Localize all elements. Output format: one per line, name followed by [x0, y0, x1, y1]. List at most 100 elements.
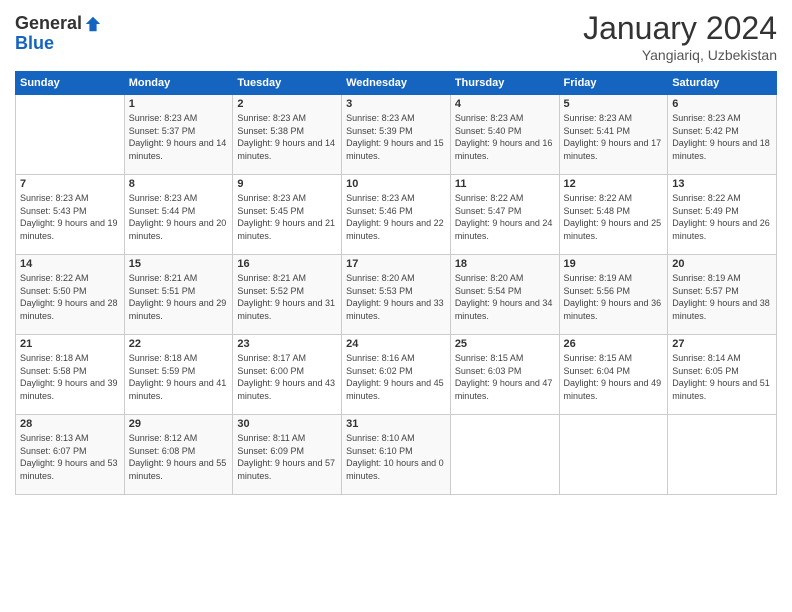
daylight-text: Daylight: 9 hours and 21 minutes.: [237, 218, 335, 241]
sunset-text: Sunset: 5:59 PM: [129, 366, 196, 376]
cell-content: Sunrise: 8:19 AM Sunset: 5:57 PM Dayligh…: [672, 272, 772, 322]
table-row: 3 Sunrise: 8:23 AM Sunset: 5:39 PM Dayli…: [342, 95, 451, 175]
sunset-text: Sunset: 5:56 PM: [564, 286, 631, 296]
day-number: 14: [20, 258, 120, 270]
sunset-text: Sunset: 5:46 PM: [346, 206, 413, 216]
daylight-text: Daylight: 9 hours and 14 minutes.: [237, 138, 335, 161]
cell-content: Sunrise: 8:22 AM Sunset: 5:47 PM Dayligh…: [455, 192, 555, 242]
sunset-text: Sunset: 5:42 PM: [672, 126, 739, 136]
sunrise-text: Sunrise: 8:22 AM: [20, 273, 89, 283]
daylight-text: Daylight: 9 hours and 16 minutes.: [455, 138, 553, 161]
header-row: General Blue January 2024 Yangiariq, Uzb…: [15, 10, 777, 63]
cell-content: Sunrise: 8:23 AM Sunset: 5:37 PM Dayligh…: [129, 112, 229, 162]
daylight-text: Daylight: 9 hours and 17 minutes.: [564, 138, 662, 161]
daylight-text: Daylight: 9 hours and 57 minutes.: [237, 458, 335, 481]
cell-content: Sunrise: 8:11 AM Sunset: 6:09 PM Dayligh…: [237, 432, 337, 482]
table-row: 6 Sunrise: 8:23 AM Sunset: 5:42 PM Dayli…: [668, 95, 777, 175]
daylight-text: Daylight: 9 hours and 22 minutes.: [346, 218, 444, 241]
sunrise-text: Sunrise: 8:10 AM: [346, 433, 415, 443]
daylight-text: Daylight: 9 hours and 41 minutes.: [129, 378, 227, 401]
sunset-text: Sunset: 6:07 PM: [20, 446, 87, 456]
day-number: 8: [129, 178, 229, 190]
cell-content: Sunrise: 8:12 AM Sunset: 6:08 PM Dayligh…: [129, 432, 229, 482]
sunrise-text: Sunrise: 8:23 AM: [129, 113, 198, 123]
day-number: 1: [129, 98, 229, 110]
day-number: 22: [129, 338, 229, 350]
sunrise-text: Sunrise: 8:23 AM: [455, 113, 524, 123]
sunset-text: Sunset: 5:54 PM: [455, 286, 522, 296]
col-saturday: Saturday: [668, 72, 777, 95]
location-title: Yangiariq, Uzbekistan: [583, 47, 777, 63]
daylight-text: Daylight: 9 hours and 39 minutes.: [20, 378, 118, 401]
daylight-text: Daylight: 9 hours and 25 minutes.: [564, 218, 662, 241]
daylight-text: Daylight: 9 hours and 38 minutes.: [672, 298, 770, 321]
table-row: 1 Sunrise: 8:23 AM Sunset: 5:37 PM Dayli…: [124, 95, 233, 175]
table-row: 17 Sunrise: 8:20 AM Sunset: 5:53 PM Dayl…: [342, 255, 451, 335]
logo-general-text: General: [15, 14, 82, 34]
table-row: [559, 415, 668, 495]
sunset-text: Sunset: 6:08 PM: [129, 446, 196, 456]
day-number: 15: [129, 258, 229, 270]
cell-content: Sunrise: 8:19 AM Sunset: 5:56 PM Dayligh…: [564, 272, 664, 322]
day-number: 23: [237, 338, 337, 350]
day-number: 12: [564, 178, 664, 190]
cell-content: Sunrise: 8:23 AM Sunset: 5:41 PM Dayligh…: [564, 112, 664, 162]
header-row-days: Sunday Monday Tuesday Wednesday Thursday…: [16, 72, 777, 95]
daylight-text: Daylight: 9 hours and 28 minutes.: [20, 298, 118, 321]
table-row: 30 Sunrise: 8:11 AM Sunset: 6:09 PM Dayl…: [233, 415, 342, 495]
day-number: 19: [564, 258, 664, 270]
table-row: 9 Sunrise: 8:23 AM Sunset: 5:45 PM Dayli…: [233, 175, 342, 255]
cell-content: Sunrise: 8:23 AM Sunset: 5:38 PM Dayligh…: [237, 112, 337, 162]
cell-content: Sunrise: 8:10 AM Sunset: 6:10 PM Dayligh…: [346, 432, 446, 482]
col-thursday: Thursday: [450, 72, 559, 95]
sunrise-text: Sunrise: 8:22 AM: [672, 193, 741, 203]
sunset-text: Sunset: 5:48 PM: [564, 206, 631, 216]
sunset-text: Sunset: 5:44 PM: [129, 206, 196, 216]
cell-content: Sunrise: 8:23 AM Sunset: 5:46 PM Dayligh…: [346, 192, 446, 242]
cell-content: Sunrise: 8:15 AM Sunset: 6:03 PM Dayligh…: [455, 352, 555, 402]
day-number: 24: [346, 338, 446, 350]
calendar-week-1: 7 Sunrise: 8:23 AM Sunset: 5:43 PM Dayli…: [16, 175, 777, 255]
table-row: 15 Sunrise: 8:21 AM Sunset: 5:51 PM Dayl…: [124, 255, 233, 335]
sunset-text: Sunset: 6:10 PM: [346, 446, 413, 456]
daylight-text: Daylight: 9 hours and 14 minutes.: [129, 138, 227, 161]
table-row: [16, 95, 125, 175]
sunset-text: Sunset: 5:40 PM: [455, 126, 522, 136]
cell-content: Sunrise: 8:18 AM Sunset: 5:58 PM Dayligh…: [20, 352, 120, 402]
day-number: 29: [129, 418, 229, 430]
sunrise-text: Sunrise: 8:23 AM: [564, 113, 633, 123]
day-number: 11: [455, 178, 555, 190]
sunset-text: Sunset: 5:45 PM: [237, 206, 304, 216]
day-number: 13: [672, 178, 772, 190]
table-row: 21 Sunrise: 8:18 AM Sunset: 5:58 PM Dayl…: [16, 335, 125, 415]
table-row: 24 Sunrise: 8:16 AM Sunset: 6:02 PM Dayl…: [342, 335, 451, 415]
table-row: 28 Sunrise: 8:13 AM Sunset: 6:07 PM Dayl…: [16, 415, 125, 495]
sunset-text: Sunset: 5:53 PM: [346, 286, 413, 296]
table-row: 27 Sunrise: 8:14 AM Sunset: 6:05 PM Dayl…: [668, 335, 777, 415]
cell-content: Sunrise: 8:21 AM Sunset: 5:52 PM Dayligh…: [237, 272, 337, 322]
table-row: 2 Sunrise: 8:23 AM Sunset: 5:38 PM Dayli…: [233, 95, 342, 175]
cell-content: Sunrise: 8:23 AM Sunset: 5:42 PM Dayligh…: [672, 112, 772, 162]
daylight-text: Daylight: 9 hours and 36 minutes.: [564, 298, 662, 321]
col-monday: Monday: [124, 72, 233, 95]
sunset-text: Sunset: 5:57 PM: [672, 286, 739, 296]
table-row: 7 Sunrise: 8:23 AM Sunset: 5:43 PM Dayli…: [16, 175, 125, 255]
cell-content: Sunrise: 8:17 AM Sunset: 6:00 PM Dayligh…: [237, 352, 337, 402]
day-number: 3: [346, 98, 446, 110]
daylight-text: Daylight: 9 hours and 49 minutes.: [564, 378, 662, 401]
day-number: 21: [20, 338, 120, 350]
day-number: 16: [237, 258, 337, 270]
sunrise-text: Sunrise: 8:20 AM: [455, 273, 524, 283]
calendar-week-0: 1 Sunrise: 8:23 AM Sunset: 5:37 PM Dayli…: [16, 95, 777, 175]
logo-blue-text: Blue: [15, 34, 102, 54]
daylight-text: Daylight: 9 hours and 47 minutes.: [455, 378, 553, 401]
sunrise-text: Sunrise: 8:15 AM: [455, 353, 524, 363]
cell-content: Sunrise: 8:14 AM Sunset: 6:05 PM Dayligh…: [672, 352, 772, 402]
table-row: 12 Sunrise: 8:22 AM Sunset: 5:48 PM Dayl…: [559, 175, 668, 255]
day-number: 25: [455, 338, 555, 350]
table-row: 23 Sunrise: 8:17 AM Sunset: 6:00 PM Dayl…: [233, 335, 342, 415]
sunset-text: Sunset: 5:43 PM: [20, 206, 87, 216]
sunset-text: Sunset: 6:04 PM: [564, 366, 631, 376]
sunrise-text: Sunrise: 8:15 AM: [564, 353, 633, 363]
daylight-text: Daylight: 9 hours and 20 minutes.: [129, 218, 227, 241]
